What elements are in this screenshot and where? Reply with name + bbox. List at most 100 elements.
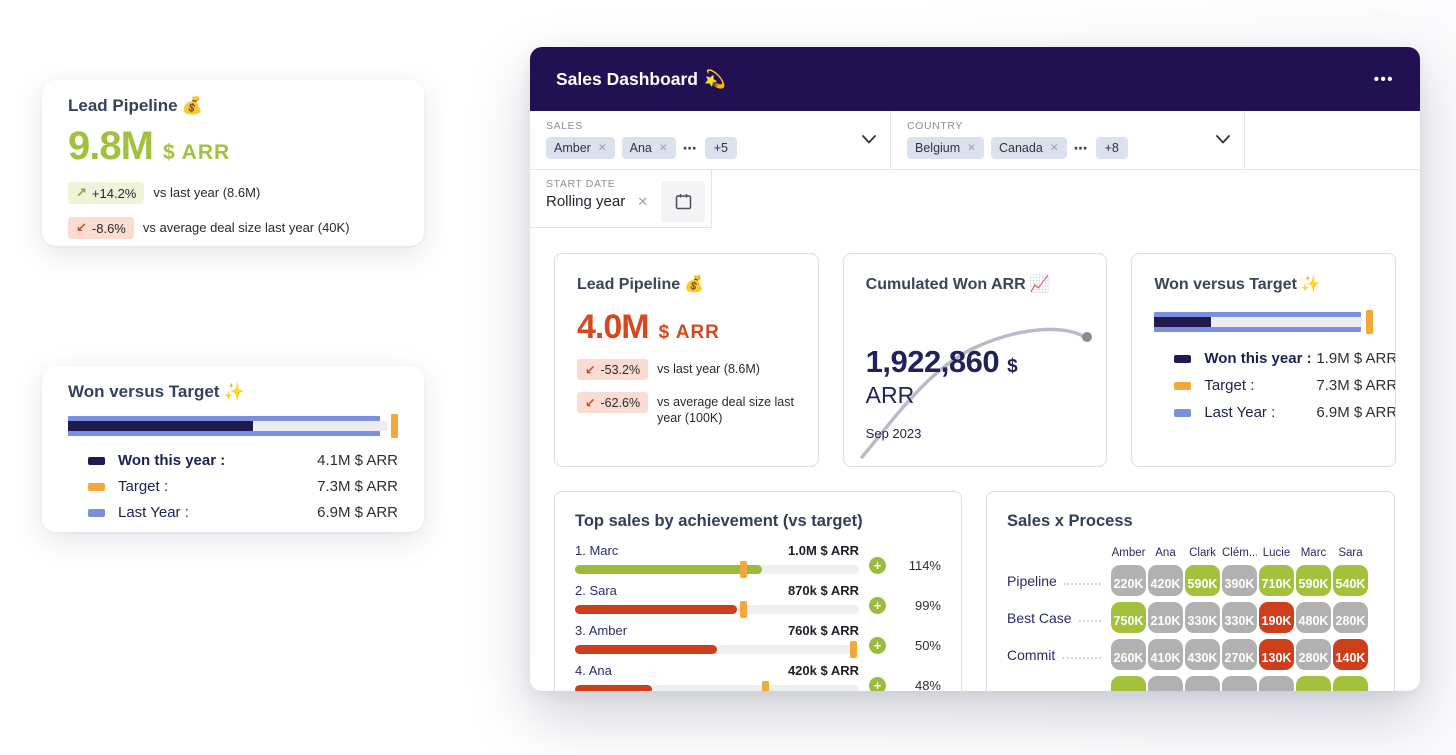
heatmap-cell[interactable]: 540K xyxy=(1333,565,1368,596)
card-title: Won versus Target✨ xyxy=(68,382,398,402)
remove-chip-icon[interactable]: ✕ xyxy=(967,142,976,154)
heatmap-cell[interactable] xyxy=(1296,676,1331,691)
salesperson-value: 1.0M $ ARR xyxy=(788,543,859,558)
heatmap-cell[interactable]: 590K xyxy=(1185,565,1220,596)
chip-ana[interactable]: Ana ✕ xyxy=(622,137,676,159)
heatmap-cell[interactable]: 270K xyxy=(1222,639,1257,670)
legend-label: Last Year : xyxy=(1204,404,1316,421)
bullet-target-marker xyxy=(1366,310,1373,334)
top-sales-row: 1. Marc 1.0M $ ARR + 114% xyxy=(575,543,941,574)
chip-canada[interactable]: Canada ✕ xyxy=(991,137,1067,159)
heatmap-cell[interactable]: 280K xyxy=(1296,639,1331,670)
kpi-unit: $ ARR xyxy=(163,141,230,165)
heatmap-cell[interactable] xyxy=(1222,676,1257,691)
heatmap-cell[interactable] xyxy=(1111,676,1146,691)
heatmap-cell[interactable]: 130K xyxy=(1259,639,1294,670)
legend-value: 4.1M $ ARR xyxy=(317,452,398,469)
achievement-bar xyxy=(575,685,652,691)
top-sales-row-line: 4. Ana 420k $ ARR xyxy=(575,663,859,678)
sales-filter[interactable]: SALES Amber ✕ Ana ✕ ⋯ +5 xyxy=(530,111,890,169)
heatmap-cell[interactable]: 710K xyxy=(1259,565,1294,596)
calendar-button[interactable] xyxy=(661,181,705,222)
kpi-value-line: 9.8M $ ARR xyxy=(68,124,398,169)
target-marker xyxy=(762,681,769,691)
card-title: Won versus Target✨ xyxy=(1154,274,1373,294)
legend-value: 7.3M $ ARR xyxy=(317,478,398,495)
heatmap-cell[interactable]: 330K xyxy=(1185,602,1220,633)
more-chips-badge[interactable]: +8 xyxy=(1096,137,1128,159)
remove-chip-icon[interactable]: ✕ xyxy=(1050,142,1059,154)
heatmap-cell[interactable]: 590K xyxy=(1296,565,1331,596)
money-bag-icon: 💰 xyxy=(182,96,203,115)
heatmap-cell[interactable]: 220K xyxy=(1111,565,1146,596)
chip-label: Ana xyxy=(630,141,652,155)
data-point-dot xyxy=(1082,332,1092,342)
heatmap-cell[interactable]: 260K xyxy=(1111,639,1146,670)
achievement-pct: 50% xyxy=(899,638,941,653)
top-sales-row: 2. Sara 870k $ ARR + 99% xyxy=(575,583,941,614)
trend-chip: ↙ -62.6% xyxy=(577,392,648,413)
legend-row-target: Target : 7.3M $ ARR xyxy=(1154,377,1373,394)
heatmap-cell[interactable]: 280K xyxy=(1333,602,1368,633)
heatmap-cell[interactable]: 140K xyxy=(1333,639,1368,670)
heatmap-cell[interactable]: 420K xyxy=(1148,565,1183,596)
country-filter[interactable]: COUNTRY Belgium ✕ Canada ✕ ⋯ +8 xyxy=(890,111,1245,169)
heatmap-cell[interactable] xyxy=(1333,676,1368,691)
heatmap-cell[interactable]: 390K xyxy=(1222,565,1257,596)
achievement-track xyxy=(575,645,859,654)
chevron-down-icon[interactable] xyxy=(862,135,876,144)
chip-amber[interactable]: Amber ✕ xyxy=(546,137,615,159)
expand-plus-button[interactable]: + xyxy=(869,677,886,691)
heatmap-cell[interactable]: 330K xyxy=(1222,602,1257,633)
heatmap-cell[interactable]: 190K xyxy=(1259,602,1294,633)
salesperson-name: 3. Amber xyxy=(575,623,627,638)
top-sales-row-line: 2. Sara 870k $ ARR xyxy=(575,583,859,598)
chevron-down-icon[interactable] xyxy=(1216,135,1230,144)
top-sales-list: 1. Marc 1.0M $ ARR + 114% xyxy=(575,543,941,691)
bullet-chart xyxy=(1154,312,1373,332)
heatmap-cell[interactable]: 480K xyxy=(1296,602,1331,633)
top-sales-row-side: + 114% xyxy=(869,557,941,574)
heatmap-cell[interactable] xyxy=(1259,676,1294,691)
heatmap-cell[interactable]: 430K xyxy=(1185,639,1220,670)
row-label: Pipeline xyxy=(1007,573,1057,589)
heatmap-cell[interactable] xyxy=(1185,676,1220,691)
heatmap-cell[interactable]: 210K xyxy=(1148,602,1183,633)
more-menu-icon[interactable]: ••• xyxy=(1374,71,1394,88)
trend-pct: -62.6% xyxy=(600,396,640,410)
comet-icon: 💫 xyxy=(704,69,726,89)
remove-chip-icon[interactable]: ✕ xyxy=(598,142,607,154)
dashboard-header: Sales Dashboard💫 ••• xyxy=(530,47,1420,111)
top-sales-row-main: 4. Ana 420k $ ARR xyxy=(575,663,859,691)
target-swatch-icon xyxy=(88,483,105,491)
bullet-chart xyxy=(68,416,398,436)
salesperson-value: 760k $ ARR xyxy=(788,623,859,638)
heatmap-cell[interactable] xyxy=(1148,676,1183,691)
top-sales-row-side: + 50% xyxy=(869,637,941,654)
trend-pct: -53.2% xyxy=(600,363,640,377)
clear-date-icon[interactable]: ✕ xyxy=(637,194,648,210)
dotted-leader xyxy=(1064,583,1101,585)
expand-plus-button[interactable]: + xyxy=(869,597,886,614)
card-title-text: Won versus Target xyxy=(1154,276,1297,293)
expand-plus-button[interactable]: + xyxy=(869,637,886,654)
start-date-filter[interactable]: START DATE Rolling year ✕ xyxy=(530,170,712,228)
heatmap-cell[interactable]: 750K xyxy=(1111,602,1146,633)
more-chips-badge[interactable]: +5 xyxy=(705,137,737,159)
row-label: Commit xyxy=(1007,647,1055,663)
legend-value: 6.9M $ ARR xyxy=(317,504,398,521)
legend-value: 1.9M $ ARR xyxy=(1316,350,1396,367)
chip-label: Amber xyxy=(554,141,591,155)
card-title-text: Lead Pipeline xyxy=(68,96,178,115)
top-sales-row-main: 3. Amber 760k $ ARR xyxy=(575,623,859,654)
sparkles-icon: ✨ xyxy=(223,382,244,401)
dotted-leader xyxy=(1062,657,1101,659)
remove-chip-icon[interactable]: ✕ xyxy=(659,142,668,154)
expand-plus-button[interactable]: + xyxy=(869,557,886,574)
heatmap-cell[interactable]: 410K xyxy=(1148,639,1183,670)
legend-label: Target : xyxy=(118,478,317,495)
chip-belgium[interactable]: Belgium ✕ xyxy=(907,137,984,159)
legend-value: 6.9M $ ARR xyxy=(1316,404,1396,421)
country-filter-chips: Belgium ✕ Canada ✕ ⋯ +8 xyxy=(907,137,1228,159)
heatmap-cells xyxy=(1111,676,1368,691)
